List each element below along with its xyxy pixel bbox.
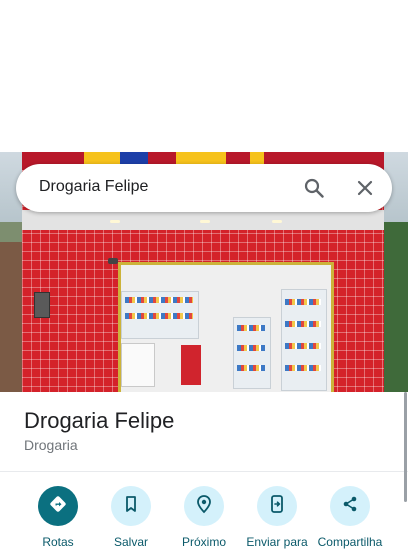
save-button[interactable]: Salvar xyxy=(91,486,171,549)
photo-shelf-products xyxy=(237,325,265,331)
directions-label: Rotas xyxy=(42,535,74,549)
photo-camera xyxy=(108,258,118,264)
send-to-phone-button-circle xyxy=(257,486,297,526)
photo-shelf-products xyxy=(237,345,265,351)
directions-icon xyxy=(48,494,68,519)
photo-red-counter xyxy=(181,345,201,385)
photo-shelf-products xyxy=(285,299,321,305)
share-button[interactable]: Compartilha xyxy=(310,486,390,549)
place-category[interactable]: Drogaria xyxy=(24,437,78,453)
map-area xyxy=(0,0,408,152)
save-label: Salvar xyxy=(113,535,148,549)
nearby-button-circle xyxy=(184,486,224,526)
bookmark-icon xyxy=(121,494,141,519)
photo-counter xyxy=(121,343,155,387)
place-title: Drogaria Felipe xyxy=(24,408,175,433)
photo-electric-panel xyxy=(34,292,50,318)
photo-shelf-products xyxy=(285,343,321,349)
search-query[interactable]: Drogaria Felipe xyxy=(39,178,148,196)
close-icon[interactable] xyxy=(355,178,375,198)
directions-button[interactable]: Rotas xyxy=(18,486,98,549)
directions-button-circle xyxy=(38,486,78,526)
photo-sign-yellow xyxy=(84,152,120,164)
photo-light xyxy=(200,220,210,223)
save-button-circle xyxy=(111,486,151,526)
photo-store-entrance xyxy=(118,262,334,392)
scrollbar[interactable] xyxy=(404,392,407,502)
share-button-circle xyxy=(330,486,370,526)
photo-shelf-products xyxy=(237,365,265,371)
photo-sign-yellow xyxy=(250,152,264,164)
photo-sign-yellow xyxy=(176,152,226,164)
photo-sign-blue xyxy=(120,152,148,164)
photo-tree xyxy=(384,222,408,392)
share-icon xyxy=(340,494,360,519)
photo-light xyxy=(272,220,282,223)
nearby-label: Próximo xyxy=(181,535,226,549)
divider xyxy=(0,471,408,472)
send-to-phone-icon xyxy=(267,494,287,519)
search-bar[interactable]: Drogaria Felipe xyxy=(16,164,392,212)
search-icon[interactable] xyxy=(304,178,324,198)
photo-shelf-products xyxy=(285,365,321,371)
photo-shelf-products xyxy=(285,321,321,327)
send-to-phone-label: Enviar para xyxy=(246,535,308,549)
nearby-icon xyxy=(194,494,214,519)
send-to-phone-button[interactable]: Enviar para xyxy=(237,486,317,549)
photo-shelf-products xyxy=(125,297,193,303)
nearby-button[interactable]: Próximo xyxy=(164,486,244,549)
photo-shelf-products xyxy=(125,313,193,319)
share-label: Compartilha xyxy=(317,535,383,549)
photo-neighbor-wall xyxy=(0,242,22,392)
photo-light xyxy=(110,220,120,223)
